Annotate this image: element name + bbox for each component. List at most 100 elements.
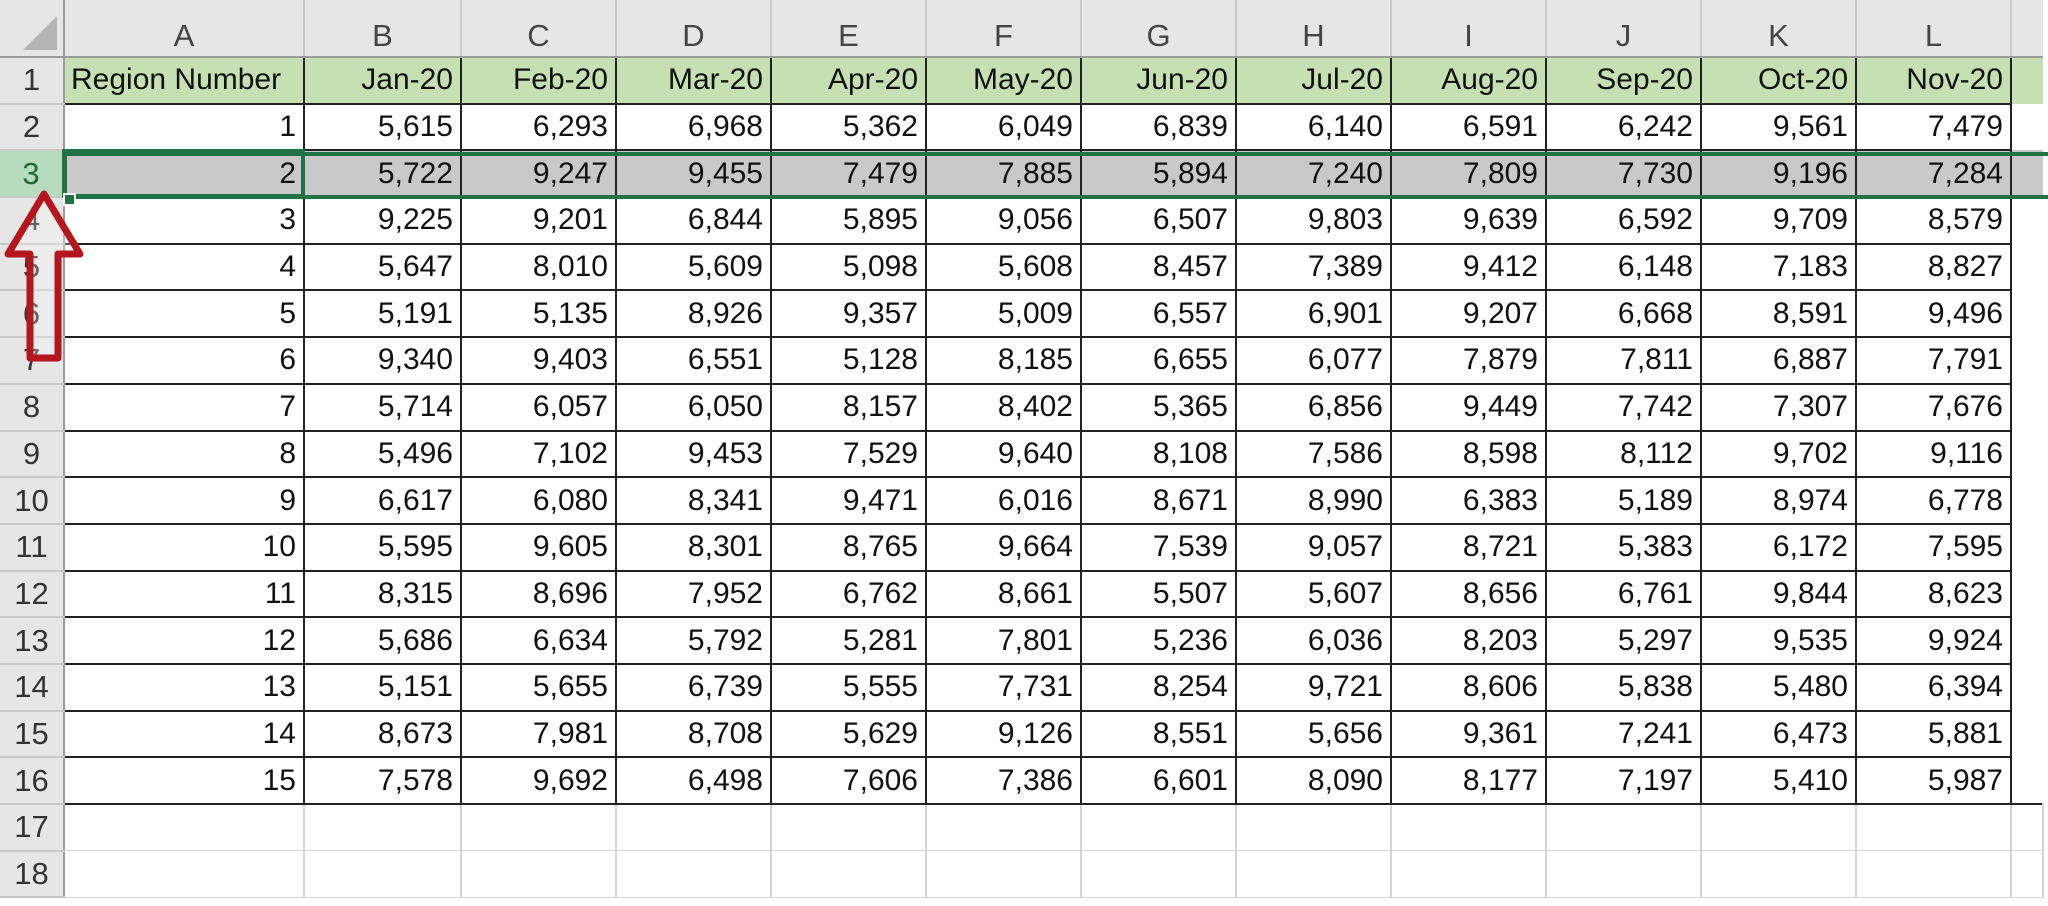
cell-l17[interactable] — [1855, 803, 2012, 852]
cell-i13[interactable]: 8,203 — [1390, 616, 1547, 665]
cell-a17[interactable] — [63, 803, 305, 852]
header-cell-j[interactable]: Sep-20 — [1545, 56, 1702, 105]
cell-e13[interactable]: 5,281 — [770, 616, 927, 665]
column-header-i[interactable]: I — [1391, 0, 1547, 58]
header-cell-d[interactable]: Mar-20 — [615, 56, 772, 105]
cell-i16[interactable]: 8,177 — [1390, 756, 1547, 805]
cell-k6[interactable]: 8,591 — [1700, 289, 1857, 339]
cell-j18[interactable] — [1545, 850, 1702, 898]
cell-d11[interactable]: 8,301 — [615, 522, 772, 572]
cell-d4[interactable]: 6,844 — [615, 196, 772, 245]
cell-e9[interactable]: 7,529 — [770, 429, 927, 479]
column-header-k[interactable]: K — [1701, 0, 1857, 58]
cell-k8[interactable]: 7,307 — [1700, 382, 1857, 432]
row-header-17[interactable]: 17 — [0, 804, 65, 852]
cell-f17[interactable] — [925, 803, 1082, 852]
cell-k17[interactable] — [1700, 803, 1857, 852]
cell-h13[interactable]: 6,036 — [1235, 616, 1392, 665]
cell-g17[interactable] — [1080, 803, 1237, 852]
cell-g7[interactable]: 6,655 — [1080, 336, 1237, 385]
cell-e12[interactable]: 6,762 — [770, 569, 927, 619]
row-header-18[interactable]: 18 — [0, 850, 65, 899]
cell-l11[interactable]: 7,595 — [1855, 522, 2012, 572]
cell-h5[interactable]: 7,389 — [1235, 242, 1392, 292]
header-cell-f[interactable]: May-20 — [925, 56, 1082, 105]
cell-a14[interactable]: 13 — [63, 662, 305, 712]
cell-a6[interactable]: 5 — [63, 289, 305, 339]
cell-c16[interactable]: 9,692 — [460, 756, 617, 805]
cell-j16[interactable]: 7,197 — [1545, 756, 1702, 805]
cell-i7[interactable]: 7,879 — [1390, 336, 1547, 385]
cell-b6[interactable]: 5,191 — [303, 289, 462, 339]
cell-b7[interactable]: 9,340 — [303, 336, 462, 385]
cell-l5[interactable]: 8,827 — [1855, 242, 2012, 292]
cell-d15[interactable]: 8,708 — [615, 709, 772, 759]
cell-l6[interactable]: 9,496 — [1855, 289, 2012, 339]
cell-d10[interactable]: 8,341 — [615, 476, 772, 525]
cell-e15[interactable]: 5,629 — [770, 709, 927, 759]
cell-f8[interactable]: 8,402 — [925, 382, 1082, 432]
cell-h9[interactable]: 7,586 — [1235, 429, 1392, 479]
cell-g15[interactable]: 8,551 — [1080, 709, 1237, 759]
cell-i3[interactable]: 7,809 — [1390, 149, 1547, 199]
cell-i5[interactable]: 9,412 — [1390, 242, 1547, 292]
cell-l2[interactable]: 7,479 — [1855, 102, 2012, 152]
row-header-10[interactable]: 10 — [0, 477, 65, 525]
row-header-2[interactable]: 2 — [0, 103, 65, 152]
cell-l8[interactable]: 7,676 — [1855, 382, 2012, 432]
cell-d16[interactable]: 6,498 — [615, 756, 772, 805]
cell-j3[interactable]: 7,730 — [1545, 149, 1702, 199]
cell-a15[interactable]: 14 — [63, 709, 305, 759]
cell-h17[interactable] — [1235, 803, 1392, 852]
column-header-g[interactable]: G — [1081, 0, 1237, 58]
cell-k15[interactable]: 6,473 — [1700, 709, 1857, 759]
column-header-f[interactable]: F — [926, 0, 1082, 58]
cell-a7[interactable]: 6 — [63, 336, 305, 385]
header-cell-e[interactable]: Apr-20 — [770, 56, 927, 105]
column-header-h[interactable]: H — [1236, 0, 1392, 58]
cell-i14[interactable]: 8,606 — [1390, 662, 1547, 712]
cell-f15[interactable]: 9,126 — [925, 709, 1082, 759]
row-header-4[interactable]: 4 — [0, 197, 65, 245]
cell-j12[interactable]: 6,761 — [1545, 569, 1702, 619]
cell-k11[interactable]: 6,172 — [1700, 522, 1857, 572]
row-header-16[interactable]: 16 — [0, 757, 65, 805]
cell-d7[interactable]: 6,551 — [615, 336, 772, 385]
cell-h14[interactable]: 9,721 — [1235, 662, 1392, 712]
cell-f16[interactable]: 7,386 — [925, 756, 1082, 805]
cell-c10[interactable]: 6,080 — [460, 476, 617, 525]
cell-f3[interactable]: 7,885 — [925, 149, 1082, 199]
cell-d6[interactable]: 8,926 — [615, 289, 772, 339]
cell-h3[interactable]: 7,240 — [1235, 149, 1392, 199]
cell-j17[interactable] — [1545, 803, 1702, 852]
cell-f14[interactable]: 7,731 — [925, 662, 1082, 712]
cell-g14[interactable]: 8,254 — [1080, 662, 1237, 712]
row-header-11[interactable]: 11 — [0, 523, 65, 572]
header-cell-g[interactable]: Jun-20 — [1080, 56, 1237, 105]
cell-a13[interactable]: 12 — [63, 616, 305, 665]
cell-h11[interactable]: 9,057 — [1235, 522, 1392, 572]
cell-b5[interactable]: 5,647 — [303, 242, 462, 292]
cell-e6[interactable]: 9,357 — [770, 289, 927, 339]
cell-b16[interactable]: 7,578 — [303, 756, 462, 805]
cell-k13[interactable]: 9,535 — [1700, 616, 1857, 665]
cell-g3[interactable]: 5,894 — [1080, 149, 1237, 199]
cell-d13[interactable]: 5,792 — [615, 616, 772, 665]
cell-l3[interactable]: 7,284 — [1855, 149, 2012, 199]
cell-e8[interactable]: 8,157 — [770, 382, 927, 432]
cell-l7[interactable]: 7,791 — [1855, 336, 2012, 385]
cell-e3[interactable]: 7,479 — [770, 149, 927, 199]
cell-k10[interactable]: 8,974 — [1700, 476, 1857, 525]
cell-c12[interactable]: 8,696 — [460, 569, 617, 619]
cell-k4[interactable]: 9,709 — [1700, 196, 1857, 245]
cell-a5[interactable]: 4 — [63, 242, 305, 292]
column-header-j[interactable]: J — [1546, 0, 1702, 58]
cell-f18[interactable] — [925, 850, 1082, 898]
cell-f10[interactable]: 6,016 — [925, 476, 1082, 525]
cell-d17[interactable] — [615, 803, 772, 852]
cell-i12[interactable]: 8,656 — [1390, 569, 1547, 619]
cell-g9[interactable]: 8,108 — [1080, 429, 1237, 479]
cell-d8[interactable]: 6,050 — [615, 382, 772, 432]
cell-g6[interactable]: 6,557 — [1080, 289, 1237, 339]
cell-b8[interactable]: 5,714 — [303, 382, 462, 432]
